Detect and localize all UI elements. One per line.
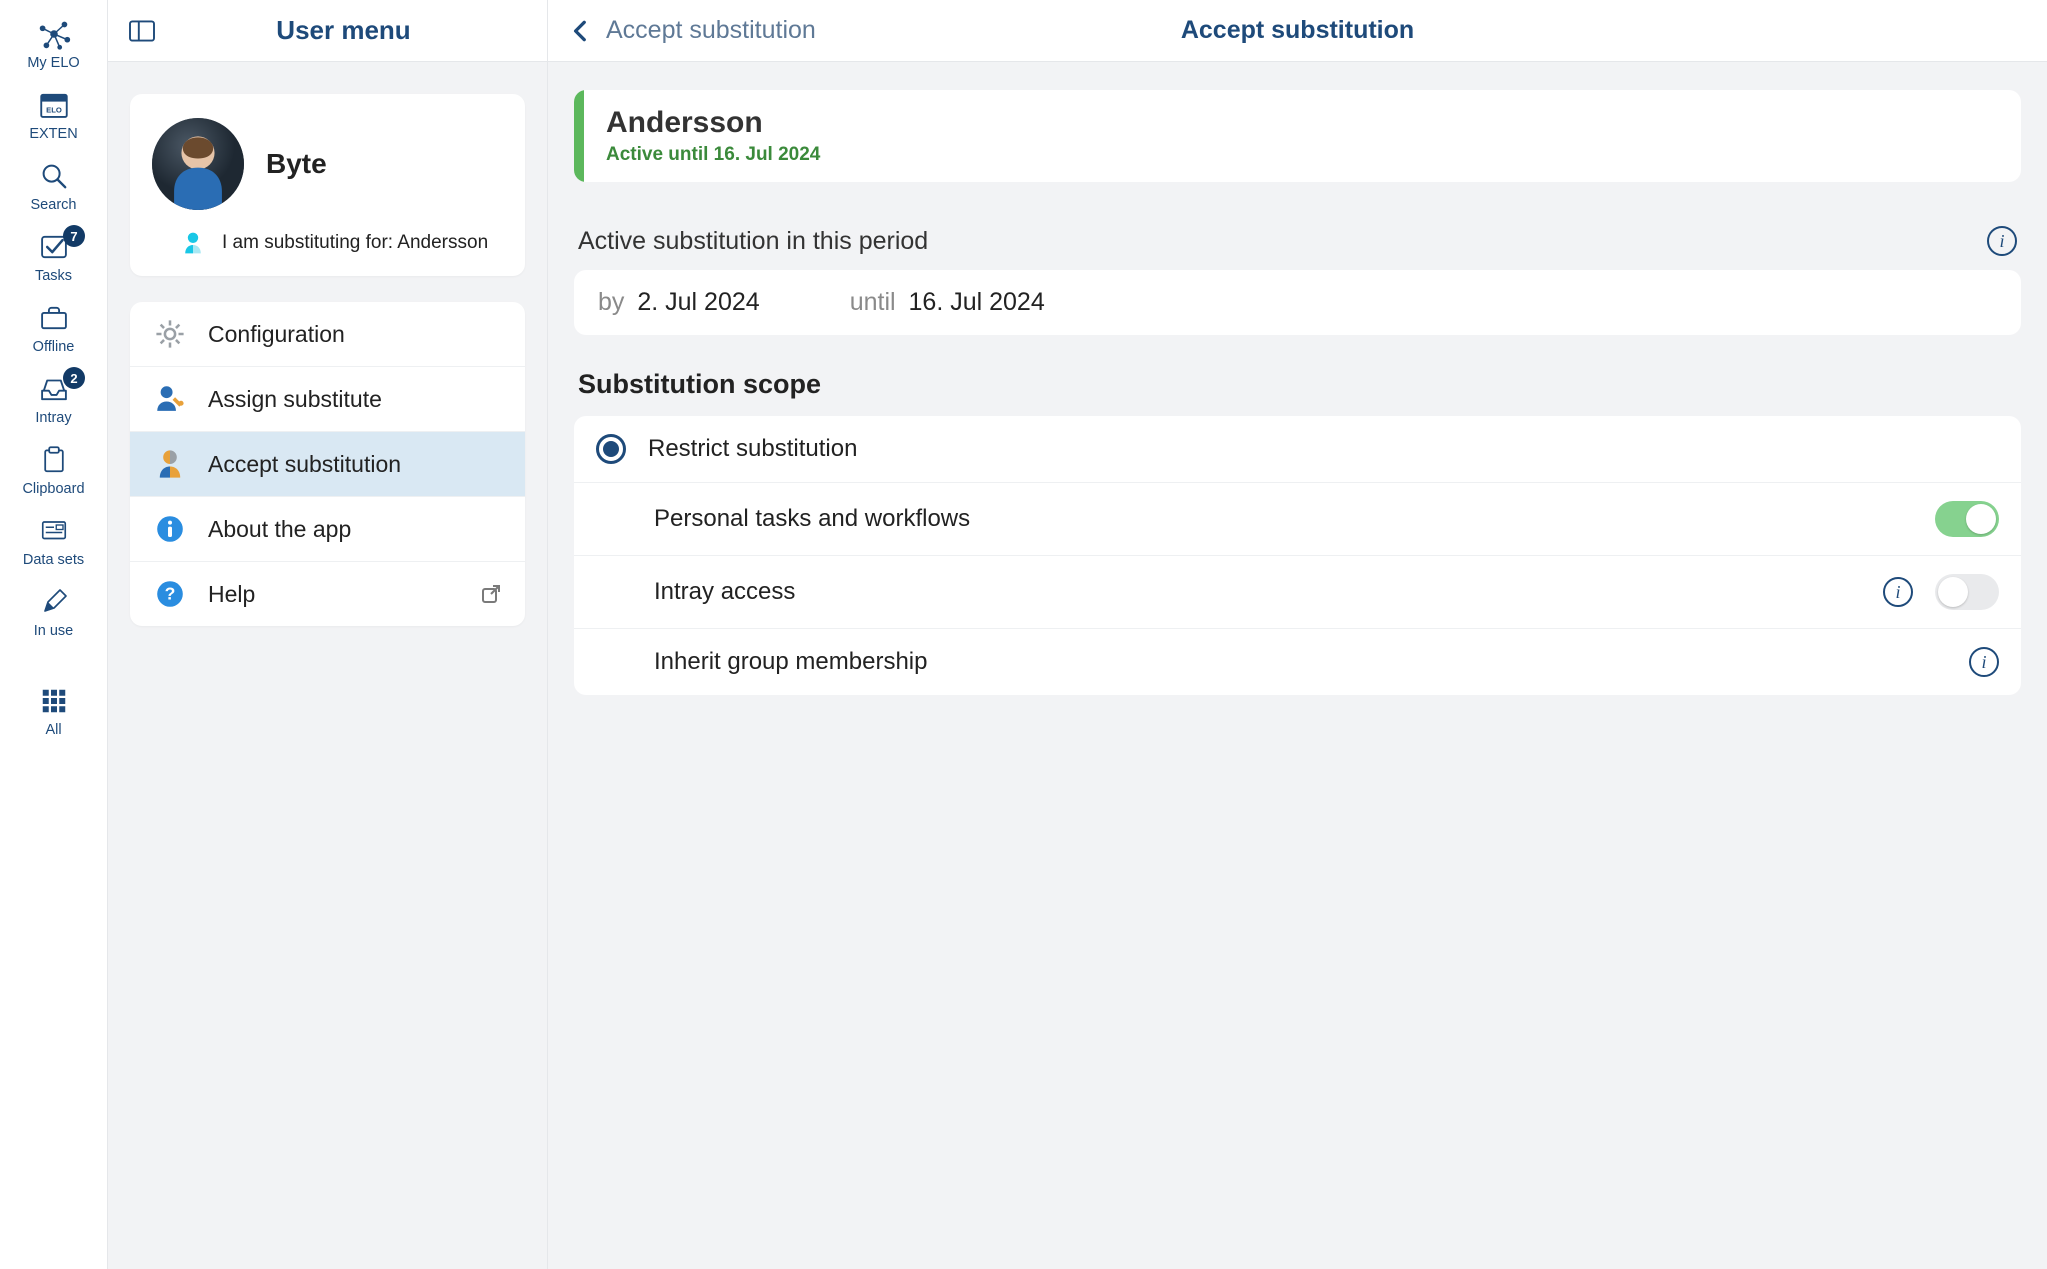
left-rail: My ELO ELO EXTEN Search 7 Tasks Off xyxy=(0,0,108,1269)
substituting-label: I am substituting for: Andersson xyxy=(222,232,488,254)
status-stripe xyxy=(574,90,584,182)
user-menu-title: User menu xyxy=(158,15,529,46)
sidebar-toggle-icon[interactable] xyxy=(126,15,158,47)
rail-label: My ELO xyxy=(27,55,79,71)
rail-exten[interactable]: ELO EXTEN xyxy=(0,77,107,148)
menu-help[interactable]: ? Help xyxy=(130,562,525,626)
intray-badge: 2 xyxy=(63,367,85,389)
scope-card: Restrict substitution Personal tasks and… xyxy=(574,416,2021,695)
person-sub-icon xyxy=(180,230,206,256)
period-until: until 16. Jul 2024 xyxy=(850,288,1045,317)
rail-label: Intray xyxy=(35,410,71,426)
user-menu-panel: User menu Byte I am substituting for: An… xyxy=(108,0,548,1269)
rail-label: Tasks xyxy=(35,268,72,284)
period-heading-row: Active substitution in this period i xyxy=(578,226,2017,256)
profile-name: Byte xyxy=(266,148,327,180)
menu-label: Help xyxy=(208,581,255,608)
svg-text:ELO: ELO xyxy=(46,106,62,115)
rail-label: Clipboard xyxy=(22,481,84,497)
rail-intray[interactable]: 2 Intray xyxy=(0,361,107,432)
period-heading: Active substitution in this period xyxy=(578,227,928,256)
period-from-value: 2. Jul 2024 xyxy=(637,288,759,316)
info-solid-icon xyxy=(152,511,188,547)
user-menu-header: User menu xyxy=(108,0,547,62)
grid-icon xyxy=(34,683,74,719)
rail-inuse[interactable]: In use xyxy=(0,574,107,645)
menu-label: Assign substitute xyxy=(208,386,382,413)
rail-all[interactable]: All xyxy=(0,673,107,744)
briefcase-icon xyxy=(34,300,74,336)
personal-tasks-toggle[interactable] xyxy=(1935,501,1999,537)
question-solid-icon: ? xyxy=(152,576,188,612)
substituting-row: I am substituting for: Andersson xyxy=(152,230,503,256)
option-label: Personal tasks and workflows xyxy=(654,505,1913,533)
rail-search[interactable]: Search xyxy=(0,148,107,219)
rail-label: In use xyxy=(34,623,74,639)
menu-about-app[interactable]: About the app xyxy=(130,497,525,562)
clipboard-icon xyxy=(34,442,74,478)
user-menu-list: Configuration Assign substitute Accept s… xyxy=(130,302,525,626)
scope-heading: Substitution scope xyxy=(578,369,2017,400)
pencil-icon xyxy=(34,584,74,620)
rail-label: EXTEN xyxy=(29,126,77,142)
period-from-label: by xyxy=(598,288,624,316)
rail-offline[interactable]: Offline xyxy=(0,290,107,361)
external-link-icon xyxy=(479,582,503,606)
detail-panel: Accept substitution Accept substitution … xyxy=(548,0,2047,1269)
rail-tasks[interactable]: 7 Tasks xyxy=(0,219,107,290)
scope-personal-tasks-row: Personal tasks and workflows xyxy=(574,483,2021,556)
rail-datasets[interactable]: Data sets xyxy=(0,503,107,574)
period-until-value: 16. Jul 2024 xyxy=(909,288,1045,316)
search-icon xyxy=(34,158,74,194)
calendar-icon: ELO xyxy=(34,87,74,123)
option-label: Intray access xyxy=(654,578,1861,606)
breadcrumb-previous[interactable]: Accept substitution xyxy=(606,16,816,45)
form-icon xyxy=(34,513,74,549)
substitution-name: Andersson xyxy=(606,106,820,140)
restrict-radio[interactable] xyxy=(596,434,626,464)
scope-inherit-row: Inherit group membership i xyxy=(574,629,2021,695)
menu-label: Configuration xyxy=(208,321,345,348)
option-label: Inherit group membership xyxy=(654,648,1947,676)
menu-label: About the app xyxy=(208,516,351,543)
menu-assign-substitute[interactable]: Assign substitute xyxy=(130,367,525,432)
rail-label: Offline xyxy=(33,339,75,355)
breadcrumb-current: Accept substitution xyxy=(1181,16,1414,45)
restrict-label: Restrict substitution xyxy=(648,435,1999,463)
rail-label: Search xyxy=(31,197,77,213)
period-until-label: until xyxy=(850,288,896,316)
menu-label: Accept substitution xyxy=(208,451,401,478)
user-split-icon xyxy=(152,446,188,482)
rail-label: Data sets xyxy=(23,552,84,568)
gear-icon xyxy=(152,316,188,352)
intray-access-toggle[interactable] xyxy=(1935,574,1999,610)
back-button[interactable] xyxy=(568,18,594,44)
scope-intray-row: Intray access i xyxy=(574,556,2021,629)
rail-clipboard[interactable]: Clipboard xyxy=(0,432,107,503)
network-icon xyxy=(34,16,74,52)
info-icon[interactable]: i xyxy=(1987,226,2017,256)
info-icon[interactable]: i xyxy=(1969,647,1999,677)
profile-card: Byte I am substituting for: Andersson xyxy=(130,94,525,276)
user-wrench-icon xyxy=(152,381,188,417)
substitution-status: Active until 16. Jul 2024 xyxy=(606,144,820,166)
rail-my-elo[interactable]: My ELO xyxy=(0,6,107,77)
avatar xyxy=(152,118,244,210)
menu-accept-substitution[interactable]: Accept substitution xyxy=(130,432,525,497)
scope-restrict-row[interactable]: Restrict substitution xyxy=(574,416,2021,483)
substitution-card[interactable]: Andersson Active until 16. Jul 2024 xyxy=(574,90,2021,182)
period-card: by 2. Jul 2024 until 16. Jul 2024 xyxy=(574,270,2021,335)
svg-text:?: ? xyxy=(165,584,176,604)
info-icon[interactable]: i xyxy=(1883,577,1913,607)
menu-configuration[interactable]: Configuration xyxy=(130,302,525,367)
rail-label: All xyxy=(45,722,61,738)
period-from: by 2. Jul 2024 xyxy=(598,288,760,317)
detail-header: Accept substitution Accept substitution xyxy=(548,0,2047,62)
tasks-badge: 7 xyxy=(63,225,85,247)
